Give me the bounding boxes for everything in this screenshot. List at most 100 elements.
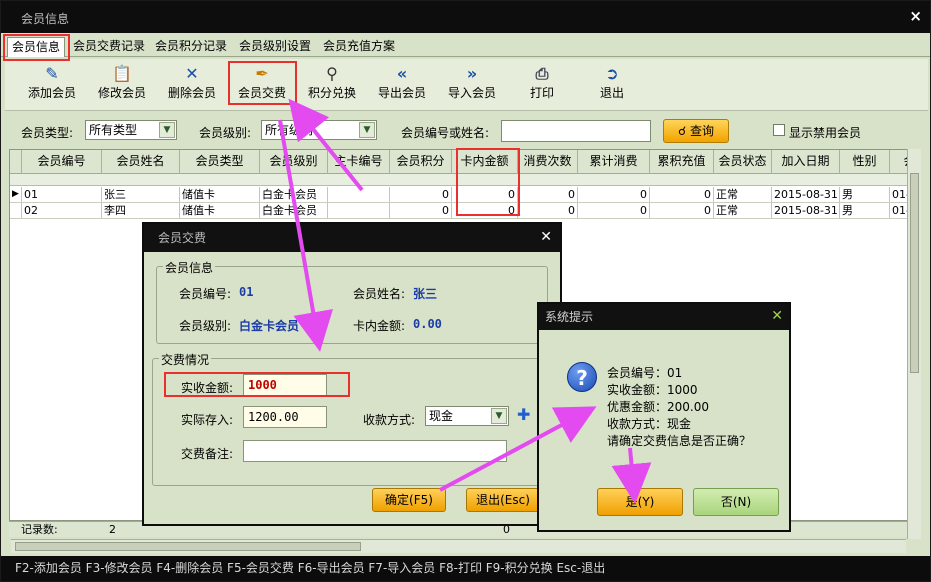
record-count-value: 2 <box>109 523 116 536</box>
cell-total-consume[interactable]: 0 <box>578 203 650 218</box>
toolbar: ✎ 添加会员 📋 修改会员 ✕ 删除会员 ✒ 会员交费 ⚲ 积分兑换 « 导出会… <box>5 59 928 111</box>
close-icon[interactable]: ✕ <box>540 229 552 245</box>
double-right-arrow-icon: » <box>466 64 478 83</box>
exit-button[interactable]: ➲ 退出 <box>581 63 643 107</box>
cell-points[interactable]: 0 <box>390 203 452 218</box>
scroll-thumb[interactable] <box>15 542 361 551</box>
delete-x-icon: ✕ <box>185 64 199 83</box>
cell-member-name[interactable]: 张三 <box>102 187 180 202</box>
chevron-down-icon: ▼ <box>359 122 375 138</box>
col-member-name[interactable]: 会员姓名 <box>102 150 180 174</box>
cell-gender[interactable]: 男 <box>840 187 890 202</box>
cell-member-name[interactable]: 李四 <box>102 203 180 218</box>
scroll-thumb[interactable] <box>910 173 919 373</box>
col-status[interactable]: 会员状态 <box>714 150 772 174</box>
member-pay-button[interactable]: ✒ 会员交费 <box>231 63 293 107</box>
cell-join-date[interactable]: 2015-08-31 <box>772 203 840 218</box>
yes-button[interactable]: 是(Y) <box>597 488 683 516</box>
deposit-amount-input[interactable]: 1200.00 <box>243 406 327 428</box>
col-total-recharge[interactable]: 累积充值 <box>650 150 714 174</box>
cell-balance[interactable]: 0 <box>452 203 518 218</box>
import-member-button[interactable]: » 导入会员 <box>441 63 503 107</box>
edit-member-button[interactable]: 📋 修改会员 <box>91 63 153 107</box>
cell-status[interactable]: 正常 <box>714 187 772 202</box>
col-join-date[interactable]: 加入日期 <box>772 150 840 174</box>
table-row[interactable]: 02 李四 储值卡 白金卡会员 0 0 0 0 0 正常 2015-08-31 … <box>10 203 916 219</box>
tab-recharge-plans[interactable]: 会员充值方案 <box>319 37 399 57</box>
table-filter-row <box>10 174 916 186</box>
export-member-button[interactable]: « 导出会员 <box>371 63 433 107</box>
col-member-level[interactable]: 会员级别 <box>260 150 328 174</box>
message-line: 会员编号：01 <box>607 366 683 380</box>
close-icon[interactable]: ✕ <box>771 308 783 324</box>
cell-member-level[interactable]: 白金卡会员 <box>260 203 328 218</box>
received-amount-input[interactable]: 1000 <box>243 374 327 396</box>
member-type-select[interactable]: 所有类型 ▼ <box>85 120 177 140</box>
add-member-button[interactable]: ✎ 添加会员 <box>21 63 83 107</box>
tab-member-info[interactable]: 会员信息 <box>7 37 66 57</box>
col-consume-count[interactable]: 消费次数 <box>518 150 578 174</box>
col-total-consume[interactable]: 累计消费 <box>578 150 650 174</box>
add-method-icon[interactable]: ✚ <box>517 405 530 424</box>
cell-member-level[interactable]: 白金卡会员 <box>260 187 328 202</box>
print-button[interactable]: ⎙ 打印 <box>511 63 573 107</box>
cell-status[interactable]: 正常 <box>714 203 772 218</box>
message-line: 实收金额：1000 <box>607 383 698 397</box>
points-exchange-button[interactable]: ⚲ 积分兑换 <box>301 63 363 107</box>
col-balance[interactable]: 卡内金额 <box>452 150 518 174</box>
cell-total-recharge[interactable]: 0 <box>650 187 714 202</box>
col-gender[interactable]: 性别 <box>840 150 890 174</box>
cell-total-consume[interactable]: 0 <box>578 187 650 202</box>
no-button[interactable]: 否(N) <box>693 488 779 516</box>
query-button[interactable]: ☌ 查询 <box>663 119 729 143</box>
close-icon[interactable]: × <box>909 7 922 25</box>
balance-label: 卡内金额: <box>353 319 406 333</box>
cell-consume-count[interactable]: 0 <box>518 187 578 202</box>
cell-balance[interactable]: 0 <box>452 187 518 202</box>
window-title: 会员信息 <box>21 12 70 26</box>
tab-level-settings[interactable]: 会员级别设置 <box>235 37 315 57</box>
cell-gender[interactable]: 男 <box>840 203 890 218</box>
received-amount-label: 实收金额: <box>181 381 234 395</box>
horizontal-scrollbar[interactable] <box>11 539 906 553</box>
cell-points[interactable]: 0 <box>390 187 452 202</box>
member-pay-dialog: 会员交费 ✕ 会员信息 会员编号: 01 会员姓名: 张三 会员级别: 白金卡会… <box>142 222 562 526</box>
tab-points-records[interactable]: 会员积分记录 <box>151 37 231 57</box>
member-level-label: 会员级别: <box>199 126 252 140</box>
cell-join-date[interactable]: 2015-08-31 <box>772 187 840 202</box>
tab-payment-records[interactable]: 会员交费记录 <box>69 37 149 57</box>
search-input[interactable] <box>501 120 651 142</box>
member-info-group: 会员信息 会员编号: 01 会员姓名: 张三 会员级别: 白金卡会员 卡内金额:… <box>156 259 548 344</box>
cell-consume-count[interactable]: 0 <box>518 203 578 218</box>
payment-method-select[interactable]: 现金 ▼ <box>425 406 509 426</box>
cell-member-id[interactable]: 01 <box>22 187 102 202</box>
vertical-scrollbar[interactable] <box>907 149 921 539</box>
row-indicator-header <box>10 150 22 174</box>
message-line: 优惠金额：200.00 <box>607 400 709 414</box>
member-id-value: 01 <box>239 285 254 299</box>
delete-member-button[interactable]: ✕ 删除会员 <box>161 63 223 107</box>
printer-icon: ⎙ <box>535 64 549 83</box>
deposit-amount-label: 实际存入: <box>181 413 234 427</box>
remark-input[interactable] <box>243 440 507 462</box>
col-points[interactable]: 会员积分 <box>390 150 452 174</box>
status-bar: F2-添加会员 F3-修改会员 F4-删除会员 F5-会员交费 F6-导出会员 … <box>1 556 930 581</box>
cell-main-card[interactable] <box>328 203 390 218</box>
current-row-indicator: ▶ <box>10 187 22 202</box>
col-member-id[interactable]: 会员编号 <box>22 150 102 174</box>
cell-member-type[interactable]: 储值卡 <box>180 187 260 202</box>
confirm-f5-button[interactable]: 确定(F5) <box>372 488 446 512</box>
cell-member-type[interactable]: 储值卡 <box>180 203 260 218</box>
search-icon: ☌ <box>678 124 687 138</box>
col-main-card[interactable]: 主卡编号 <box>328 150 390 174</box>
cell-total-recharge[interactable]: 0 <box>650 203 714 218</box>
exit-esc-button[interactable]: 退出(Esc) <box>466 488 540 512</box>
cell-main-card[interactable] <box>328 187 390 202</box>
message-line: 收款方式：现金 <box>607 417 692 431</box>
system-prompt-dialog: 系统提示 ✕ ? 会员编号：01 实收金额：1000 优惠金额：200.00 收… <box>537 302 791 532</box>
col-member-type[interactable]: 会员类型 <box>180 150 260 174</box>
cell-member-id[interactable]: 02 <box>22 203 102 218</box>
member-level-select[interactable]: 所有级别 ▼ <box>261 120 377 140</box>
show-disabled-checkbox[interactable] <box>773 124 785 136</box>
table-row[interactable]: ▶ 01 张三 储值卡 白金卡会员 0 0 0 0 0 正常 2015-08-3… <box>10 187 916 203</box>
